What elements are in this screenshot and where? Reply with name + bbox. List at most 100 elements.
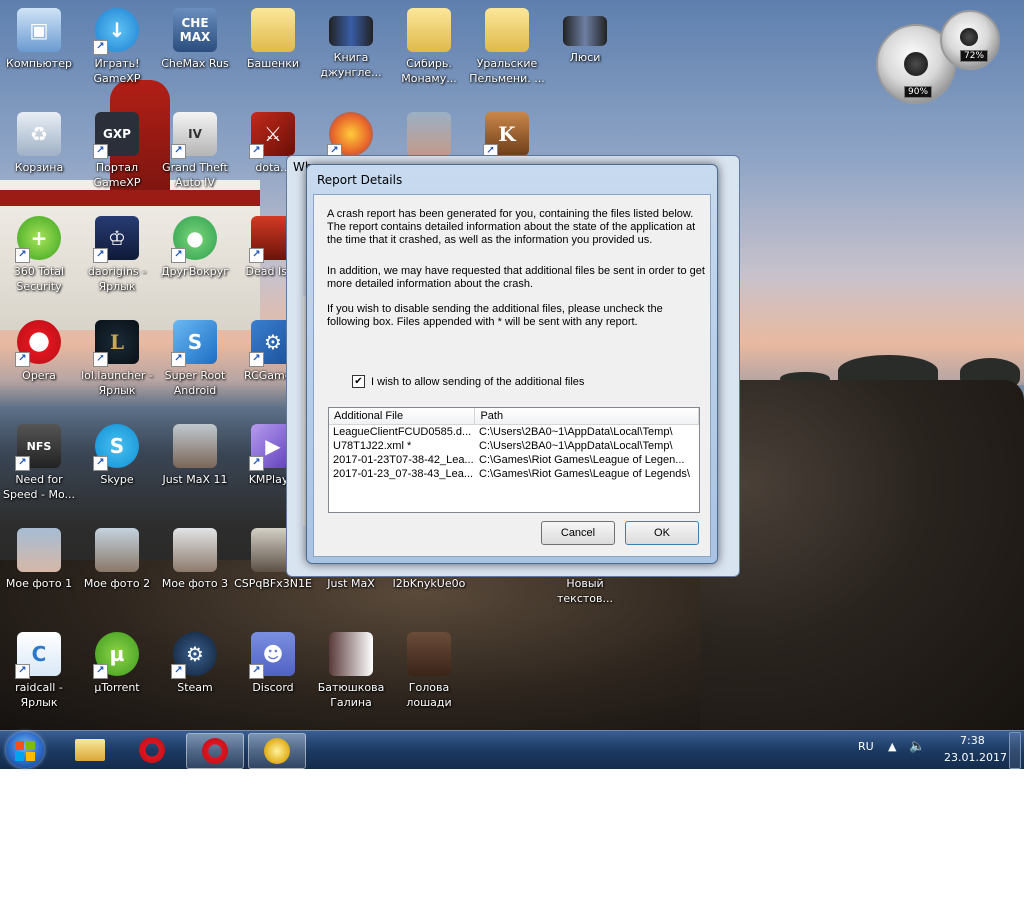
- table-row[interactable]: 2017-01-23_07-38-43_Lea... C:\Games\Riot…: [329, 467, 699, 481]
- desktop-icon-folder[interactable]: Сибирь. Монаму...: [390, 8, 468, 86]
- shortcut-arrow-icon: ↗: [15, 456, 30, 471]
- memory-usage-value: 72%: [960, 50, 989, 62]
- desktop-icon-need-for-speed[interactable]: NFS ↗ Need for Speed - Mo...: [0, 424, 78, 502]
- desktop-icon-video[interactable]: Люси: [546, 8, 624, 65]
- desktop-icon-gta4[interactable]: IV ↗ Grand Theft Auto IV: [156, 112, 234, 190]
- desktop-icon-label: Новый текстов...: [557, 577, 613, 605]
- start-button[interactable]: [6, 732, 44, 768]
- desktop-icon-computer[interactable]: ▣ Компьютер: [0, 8, 78, 71]
- desktop-icon-folder[interactable]: Башенки: [234, 8, 312, 71]
- desktop-icon-firefox[interactable]: ↗: [312, 112, 390, 159]
- shortcut-arrow-icon: ↗: [15, 248, 30, 263]
- desktop-icon-opera[interactable]: ↗ Opera: [0, 320, 78, 383]
- taskbar-opera[interactable]: [124, 733, 180, 767]
- steam-icon: ⚙ ↗: [171, 632, 217, 679]
- desktop-icon-discord[interactable]: ☻ ↗ Discord: [234, 632, 312, 695]
- cancel-button[interactable]: Cancel: [541, 521, 615, 545]
- discord-icon: ☻ ↗: [249, 632, 295, 679]
- clock-time[interactable]: 7:38: [960, 734, 985, 747]
- dota-icon: ⚔ ↗: [249, 112, 295, 159]
- desktop-icon-steam[interactable]: ⚙ ↗ Steam: [156, 632, 234, 695]
- crash-reporter-icon: [264, 738, 290, 764]
- raidcall-icon: C ↗: [15, 632, 61, 679]
- report-details-dialog[interactable]: Report Details A crash report has been g…: [306, 164, 718, 564]
- clock-date[interactable]: 23.01.2017: [944, 751, 1007, 764]
- path-cell: C:\Users\2BA0~1\AppData\Local\Temp\: [479, 426, 673, 438]
- desktop-icon-label: Opera: [22, 369, 56, 382]
- desktop-icon-label: Steam: [177, 681, 213, 694]
- checkbox-label: I wish to allow sending of the additiona…: [371, 375, 585, 388]
- desktop-icon-recycle-bin[interactable]: ♻ Корзина: [0, 112, 78, 175]
- desktop-icon-gamexp[interactable]: ↓ ↗ Играть! GameXP: [78, 8, 156, 86]
- shortcut-arrow-icon: ↗: [15, 664, 30, 679]
- dialog-paragraph: In addition, we may have requested that …: [327, 265, 705, 290]
- desktop-icon-label: l2bKnykUe0o: [392, 577, 466, 590]
- desktop-icon-photo[interactable]: Мое фото 3: [156, 528, 234, 591]
- table-row[interactable]: U78T1J22.xml * C:\Users\2BA0~1\AppData\L…: [329, 439, 699, 453]
- folder-icon: [407, 8, 451, 52]
- folder-icon: [251, 8, 295, 52]
- windows-logo-icon: [15, 752, 24, 761]
- desktop-icon-label: Уральские Пельмени. ...: [469, 57, 545, 85]
- desktop-icon-photo[interactable]: Мое фото 2: [78, 528, 156, 591]
- desktop-icon-video[interactable]: Книга джунгле...: [312, 8, 390, 80]
- language-indicator[interactable]: RU: [858, 740, 874, 753]
- desktop-icon-skype[interactable]: S ↗ Skype: [78, 424, 156, 487]
- desktop-icon-label: Башенки: [246, 57, 300, 70]
- path-cell: C:\Users\2BA0~1\AppData\Local\Temp\: [479, 440, 673, 452]
- shortcut-arrow-icon: ↗: [171, 664, 186, 679]
- file-cell: U78T1J22.xml *: [333, 440, 412, 452]
- desktop-icon-label: µTorrent: [94, 681, 140, 694]
- video-file-icon: [563, 16, 607, 46]
- super-root-icon: S ↗: [171, 320, 217, 367]
- dialog-paragraph: A crash report has been generated for yo…: [327, 208, 696, 246]
- file-cell: 2017-01-23T07-38-42_Lea...: [333, 454, 474, 466]
- desktop-icon-daorigins[interactable]: ♔ ↗ daorigins - Ярлык: [78, 216, 156, 294]
- desktop-icon-k-app[interactable]: K ↗: [468, 112, 546, 159]
- memory-icon: [960, 28, 978, 46]
- desktop-icon-label: Just MaX 11: [162, 473, 228, 486]
- desktop-icon-photo[interactable]: Голова лошади: [390, 632, 468, 710]
- league-icon: L ↗: [93, 320, 139, 367]
- desktop-icon-utorrent[interactable]: µ ↗ µTorrent: [78, 632, 156, 695]
- taskbar-explorer[interactable]: [62, 733, 118, 767]
- desktop-icon-gamexp-portal[interactable]: GXP ↗ Портал GameXP: [78, 112, 156, 190]
- column-header-path[interactable]: Path: [475, 408, 699, 424]
- show-hidden-icons-icon[interactable]: ▲: [888, 740, 896, 753]
- desktop-icon-lol-launcher[interactable]: L ↗ lol.launcher - Ярлык: [78, 320, 156, 398]
- checkmark-icon[interactable]: ✔: [352, 375, 365, 388]
- desktop-icon-photo[interactable]: Мое фото 1: [0, 528, 78, 591]
- desktop-icon-label: lol.launcher - Ярлык: [81, 369, 153, 397]
- shortcut-arrow-icon: ↗: [249, 664, 264, 679]
- system-meter-gadget[interactable]: 90% 72%: [876, 10, 1000, 104]
- desktop-icon-drugvokrug[interactable]: ● ↗ ДругВокруг: [156, 216, 234, 279]
- allow-additional-files-checkbox[interactable]: ✔ I wish to allow sending of the additio…: [352, 375, 584, 388]
- windows-logo-icon: [26, 752, 35, 761]
- list-header: Additional File Path: [329, 408, 699, 425]
- desktop-icon-super-root[interactable]: S ↗ Super Root Android: [156, 320, 234, 398]
- utorrent-icon: µ ↗: [93, 632, 139, 679]
- column-header-additional-file[interactable]: Additional File: [329, 408, 476, 424]
- photo-icon: [95, 528, 139, 572]
- nfs-icon: NFS ↗: [15, 424, 61, 471]
- desktop-icon-label: Grand Theft Auto IV: [162, 161, 228, 189]
- taskbar-crash-reporter[interactable]: [248, 733, 306, 769]
- desktop-icon-label: Discord: [252, 681, 294, 694]
- show-desktop-button[interactable]: [1009, 732, 1021, 769]
- taskbar-opera-active[interactable]: [186, 733, 244, 769]
- desktop-icon-chemax[interactable]: CHE MAX CheMax Rus: [156, 8, 234, 71]
- desktop-icon-raidcall[interactable]: C ↗ raidcall - Ярлык: [0, 632, 78, 710]
- desktop-icon-label: CSPqBFx3N1E: [234, 577, 312, 590]
- volume-icon[interactable]: 🔈: [909, 739, 925, 754]
- desktop-icon-photo[interactable]: Батюшкова Галина: [312, 632, 390, 710]
- desktop-icon-folder[interactable]: Уральские Пельмени. ...: [468, 8, 546, 86]
- table-row[interactable]: LeagueClientFCUD0585.d... C:\Users\2BA0~…: [329, 425, 699, 439]
- desktop-icon-360-security[interactable]: + ↗ 360 Total Security: [0, 216, 78, 294]
- dialog-title: Report Details: [317, 173, 403, 187]
- ok-button[interactable]: OK: [625, 521, 699, 545]
- desktop-icon-photo[interactable]: [390, 112, 468, 156]
- table-row[interactable]: 2017-01-23T07-38-42_Lea... C:\Games\Riot…: [329, 453, 699, 467]
- desktop-icon-photo[interactable]: Just MaX 11: [156, 424, 234, 487]
- shortcut-arrow-icon: ↗: [249, 352, 264, 367]
- additional-files-list[interactable]: Additional File Path LeagueClientFCUD058…: [328, 407, 700, 513]
